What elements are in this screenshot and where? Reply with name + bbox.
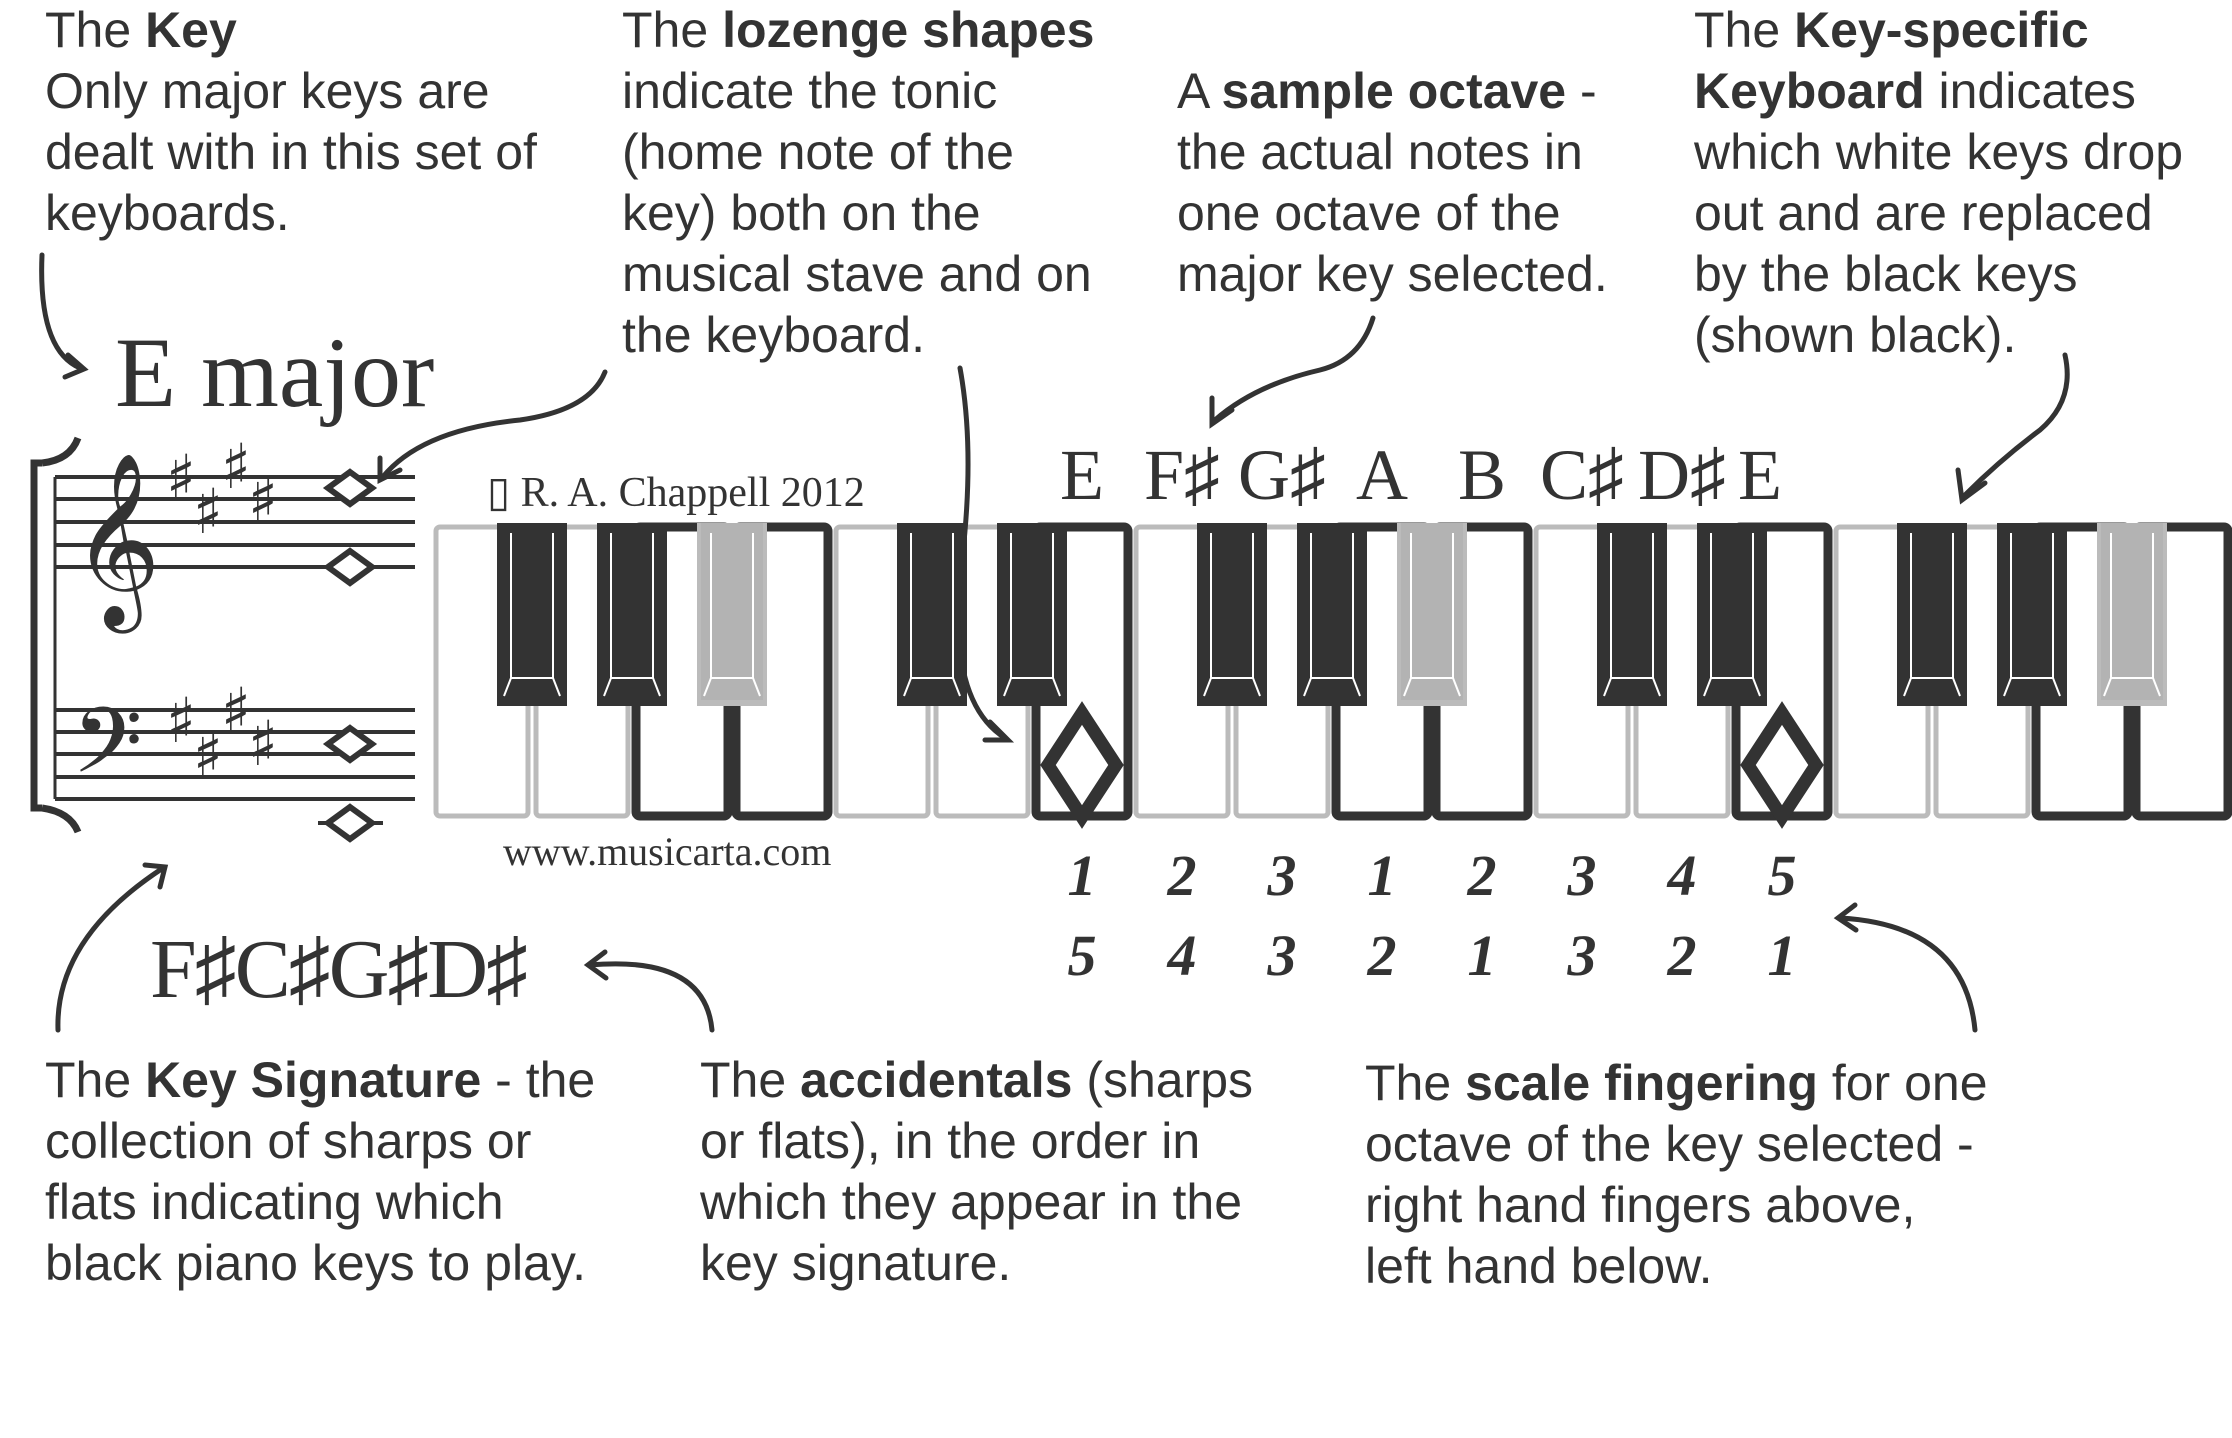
diagram-graphics: 𝄞 𝄢 ♯♯♯♯♯♯♯♯ bbox=[30, 252, 2232, 1033]
bass-clef-icon: 𝄢 bbox=[72, 688, 143, 816]
arrow-key bbox=[39, 252, 83, 371]
left-hand-finger: 5 bbox=[1067, 923, 1097, 988]
treble-clef-icon: 𝄞 bbox=[72, 452, 161, 634]
website-link[interactable]: www.musicarta.com bbox=[503, 828, 831, 875]
left-hand-finger: 3 bbox=[1567, 923, 1597, 988]
tonic-lozenge-icon bbox=[322, 547, 378, 587]
sharp-icon: ♯ bbox=[221, 430, 251, 503]
arrow-lozenge-stave bbox=[379, 369, 608, 481]
right-hand-finger: 3 bbox=[1267, 843, 1297, 908]
left-hand-finger: 2 bbox=[1367, 923, 1397, 988]
octave-note: F♯ bbox=[1143, 435, 1221, 515]
sharp-icon: ♯ bbox=[166, 441, 196, 514]
tonic-lozenge-icon bbox=[322, 803, 378, 843]
right-hand-finger: 1 bbox=[1367, 843, 1397, 908]
key-specific-keyboard bbox=[433, 522, 2232, 829]
right-hand-finger: 2 bbox=[1167, 843, 1197, 908]
left-hand-finger: 4 bbox=[1167, 923, 1197, 988]
left-hand-finger: 1 bbox=[1467, 923, 1497, 988]
left-hand-finger: 3 bbox=[1267, 923, 1297, 988]
arrow-key-specific-curve bbox=[1962, 352, 2070, 498]
right-hand-finger: 3 bbox=[1567, 843, 1597, 908]
key-signature-accidentals: F♯C♯G♯D♯ bbox=[150, 923, 528, 1016]
right-hand-finger: 1 bbox=[1067, 843, 1097, 908]
sharp-icon: ♯ bbox=[193, 475, 223, 548]
sharp-icon: ♯ bbox=[248, 707, 278, 780]
arrow-key-specific-head bbox=[1955, 467, 1988, 505]
arrow-fingering bbox=[1837, 915, 1978, 1033]
right-hand-finger: 5 bbox=[1767, 843, 1797, 908]
left-hand-finger: 1 bbox=[1767, 923, 1797, 988]
octave-note: D♯ bbox=[1638, 435, 1726, 515]
octave-note: A bbox=[1356, 435, 1408, 515]
clefs: 𝄞 𝄢 bbox=[72, 452, 161, 816]
octave-note: C♯ bbox=[1539, 435, 1625, 515]
sharp-icon: ♯ bbox=[248, 463, 278, 536]
octave-note: B bbox=[1457, 435, 1507, 515]
left-hand-finger: 2 bbox=[1667, 923, 1697, 988]
staff-tonic-lozenges bbox=[318, 468, 383, 843]
octave-note: E bbox=[1738, 435, 1782, 515]
octave-note: G♯ bbox=[1238, 435, 1326, 515]
right-hand-finger: 4 bbox=[1667, 843, 1697, 908]
sharp-icon: ♯ bbox=[193, 718, 223, 791]
key-signature-sharps: ♯♯♯♯♯♯♯♯ bbox=[166, 430, 278, 791]
sharp-icon: ♯ bbox=[221, 674, 251, 747]
sharp-icon: ♯ bbox=[166, 684, 196, 757]
arrow-accidentals bbox=[587, 961, 715, 1033]
copyright-notice: ▯ R. A. Chappell 2012 bbox=[487, 470, 865, 516]
sample-octave-notes: E F♯ G♯ A B C♯ D♯ E bbox=[1010, 430, 1910, 520]
octave-note: E bbox=[1060, 435, 1104, 515]
right-hand-finger: 2 bbox=[1467, 843, 1497, 908]
arrow-key-signature bbox=[55, 867, 163, 1033]
arrow-sample-octave bbox=[1212, 315, 1376, 423]
arrow-sample-octave-head bbox=[1209, 395, 1235, 429]
